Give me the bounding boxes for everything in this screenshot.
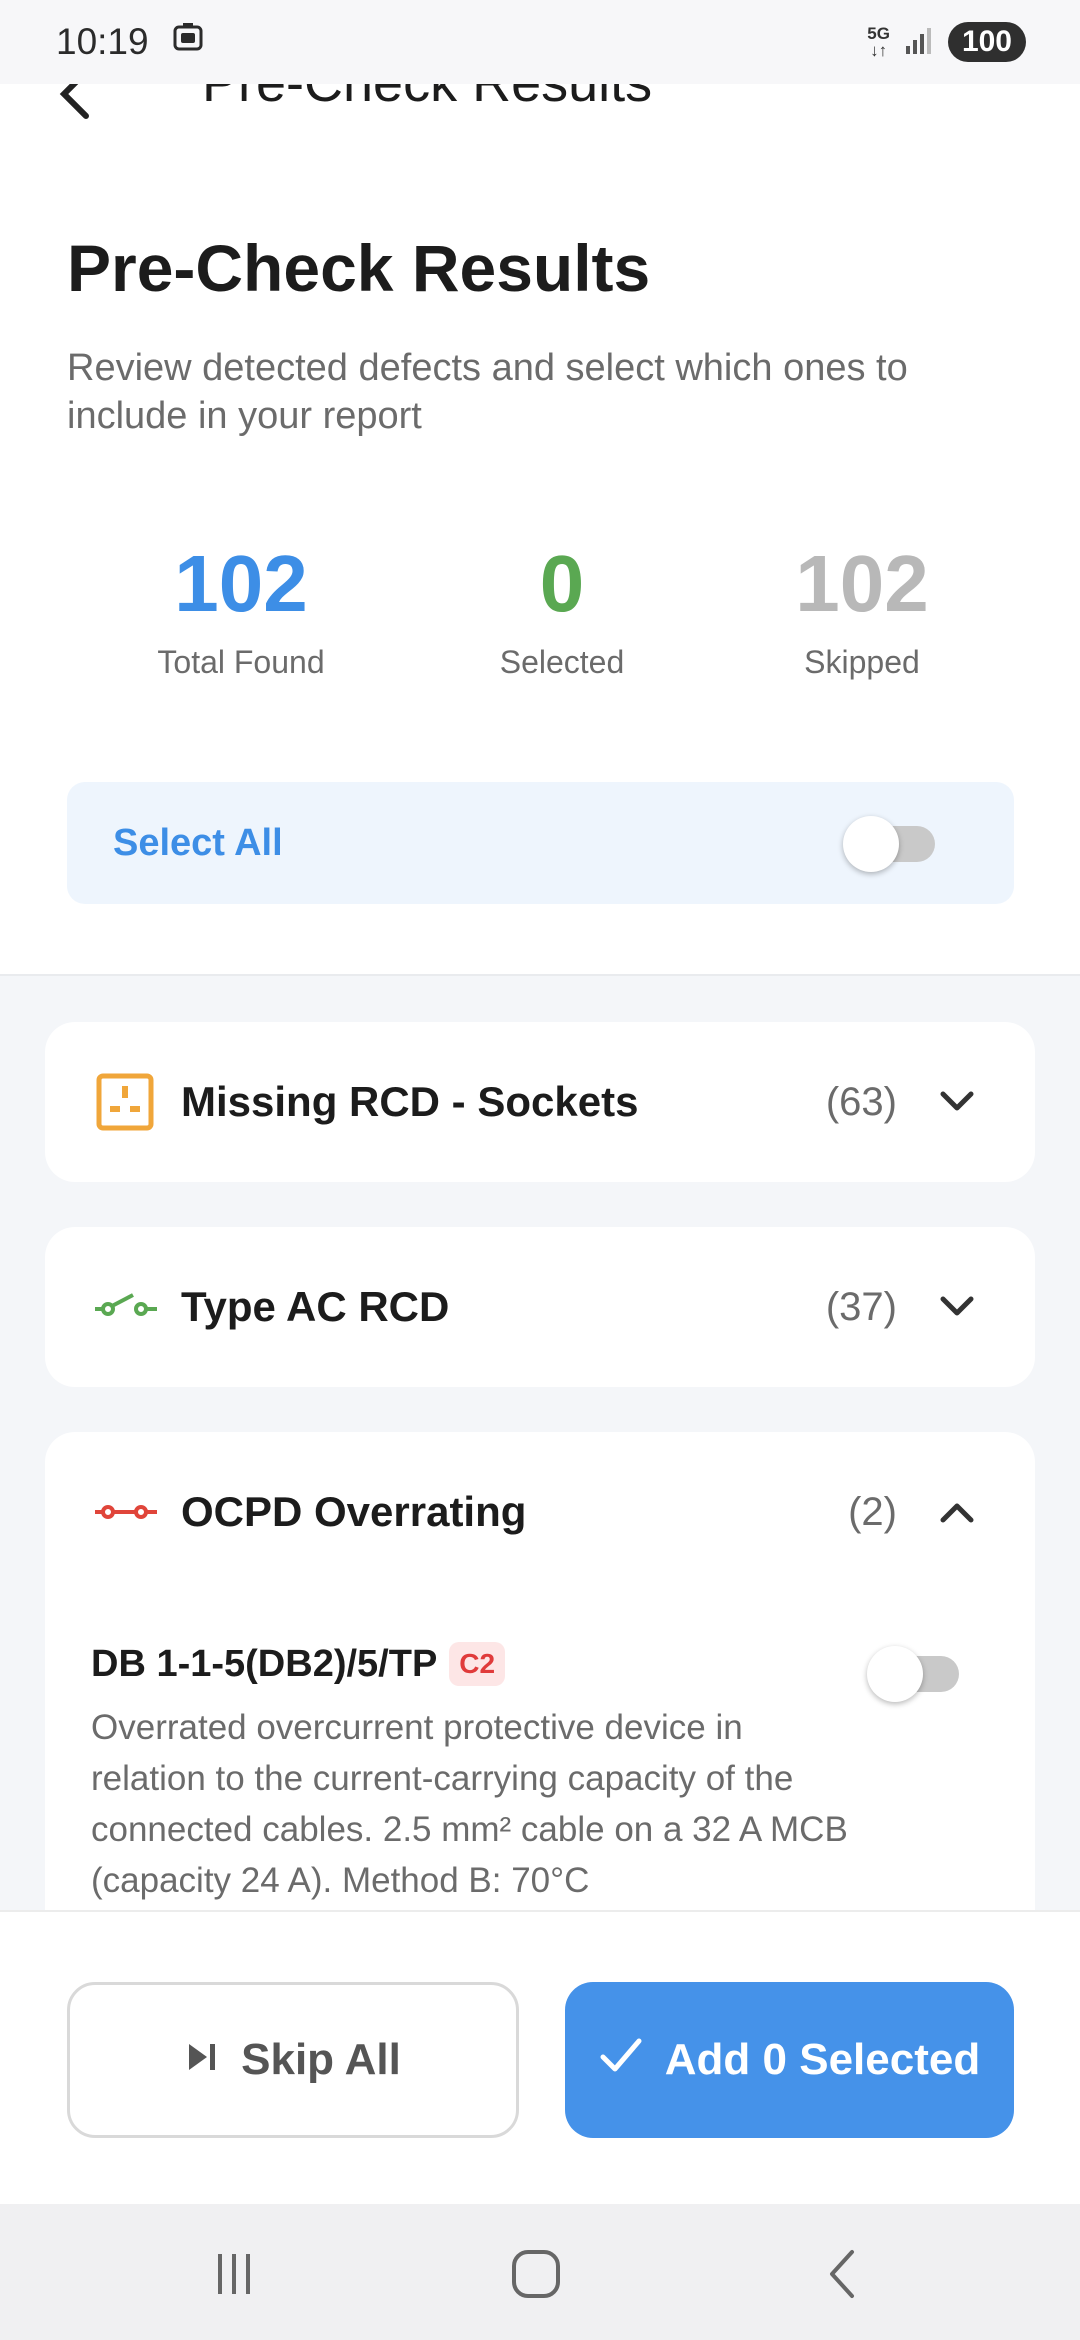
group-header[interactable]: Type AC RCD (37) — [45, 1227, 1035, 1387]
stat-skipped: 102 Skipped — [712, 538, 1012, 681]
back-arrow-icon[interactable] — [56, 84, 96, 124]
status-bar: 10:19 5G ↓↑ 100 — [0, 0, 1080, 84]
group-header[interactable]: OCPD Overrating (2) — [45, 1432, 1035, 1592]
group-count: (2) — [848, 1490, 897, 1534]
stat-total-label: Total Found — [157, 644, 325, 680]
screenshot-icon — [171, 21, 205, 64]
breaker-icon — [95, 1482, 157, 1542]
intro-section: Pre-Check Results Review detected defect… — [0, 124, 1080, 974]
page-subtitle: Review detected defects and select which… — [67, 347, 908, 437]
header-title: Pre-Check Results — [202, 84, 652, 114]
action-bar: Skip All Add 0 Selected — [0, 1910, 1080, 2204]
group-card-type-ac-rcd[interactable]: Type AC RCD (37) — [45, 1227, 1035, 1387]
skip-icon — [185, 2035, 219, 2085]
network-indicator: 5G ↓↑ — [867, 24, 890, 60]
group-title: Type AC RCD — [181, 1283, 450, 1330]
back-icon[interactable] — [812, 2244, 872, 2304]
socket-icon — [95, 1072, 155, 1132]
chevron-down-icon[interactable] — [937, 1082, 977, 1122]
group-count: (37) — [825, 1285, 897, 1329]
skip-all-label: Skip All — [241, 2035, 401, 2084]
group-card-missing-rcd[interactable]: Missing RCD - Sockets (63) — [45, 1022, 1035, 1182]
defect-description: Overrated overcurrent protective device … — [91, 1708, 848, 1900]
system-nav-bar — [0, 2204, 1080, 2340]
add-selected-label: Add 0 Selected — [664, 2035, 981, 2084]
select-all-row[interactable]: Select All — [67, 782, 1014, 904]
stat-selected-value: 0 — [539, 539, 585, 628]
signal-icon — [904, 24, 934, 61]
screen: 10:19 5G ↓↑ 100 Pre-Check Results Review… — [0, 0, 1080, 2340]
app-header: Pre-Check Results — [0, 84, 1080, 124]
group-header[interactable]: Missing RCD - Sockets (63) — [45, 1022, 1035, 1182]
defect-group-list: Missing RCD - Sockets (63) Type AC RCD (… — [0, 974, 1080, 1952]
stat-skipped-value: 102 — [795, 539, 929, 628]
chevron-down-icon[interactable] — [937, 1287, 977, 1327]
defect-select-toggle[interactable] — [867, 1646, 959, 1702]
select-all-toggle[interactable] — [843, 816, 935, 872]
status-time: 10:19 — [56, 21, 149, 62]
chevron-up-icon[interactable] — [937, 1492, 977, 1532]
defect-title-row: DB 1-1-5(DB2)/5/TP C2 — [91, 1642, 506, 1686]
group-title: OCPD Overrating — [181, 1488, 527, 1535]
severity-badge: C2 — [449, 1642, 506, 1686]
switch-icon — [95, 1277, 157, 1337]
battery-indicator: 100 — [947, 22, 1026, 62]
stats-row: 102 Total Found 0 Selected 102 Skipped — [0, 538, 1080, 698]
skip-all-button[interactable]: Skip All — [67, 1982, 519, 2138]
stat-skipped-label: Skipped — [804, 644, 920, 680]
home-icon[interactable] — [506, 2244, 566, 2304]
page-title: Pre-Check Results — [67, 231, 651, 305]
defect-circuit: DB 1-1-5(DB2)/5/TP — [91, 1642, 438, 1685]
group-card-ocpd-overrating[interactable]: OCPD Overrating (2) DB 1-1-5(DB2)/5/TP C… — [45, 1432, 1035, 1952]
stat-total-found: 102 Total Found — [91, 538, 391, 681]
select-all-label: Select All — [113, 822, 283, 864]
stat-selected: 0 Selected — [412, 538, 712, 681]
group-count: (63) — [825, 1080, 897, 1124]
group-title: Missing RCD - Sockets — [181, 1078, 639, 1125]
stat-total-value: 102 — [174, 539, 308, 628]
recent-apps-icon[interactable] — [204, 2244, 264, 2304]
checkmark-icon — [599, 2035, 643, 2086]
add-selected-button[interactable]: Add 0 Selected — [565, 1982, 1014, 2138]
stat-selected-label: Selected — [499, 644, 625, 680]
